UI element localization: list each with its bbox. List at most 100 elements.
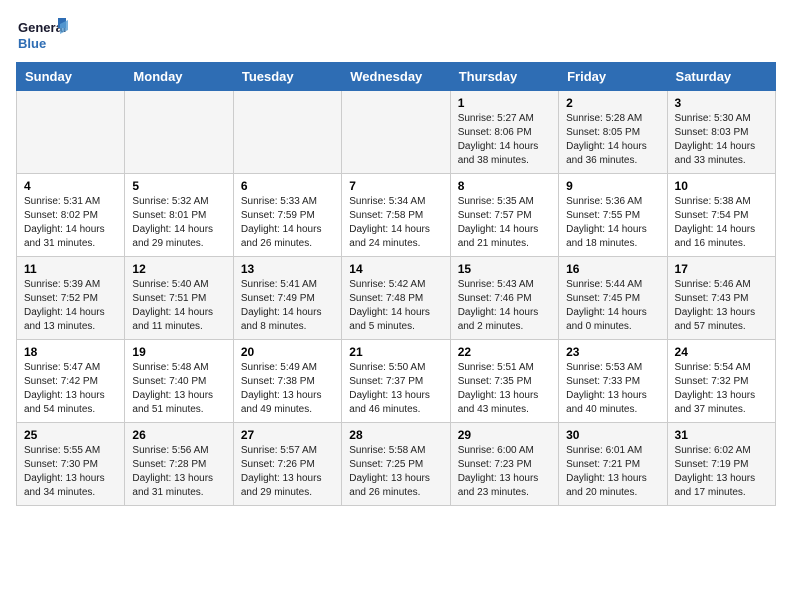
- day-info: Sunrise: 5:57 AM Sunset: 7:26 PM Dayligh…: [241, 444, 334, 500]
- calendar-cell: 26 Sunrise: 5:56 AM Sunset: 7:28 PM Dayli…: [125, 423, 233, 506]
- day-number: 13: [241, 262, 334, 276]
- day-header-sunday: Sunday: [17, 63, 125, 91]
- calendar-week-row: 4Sunrise: 5:31 AM Sunset: 8:02 PM Daylig…: [17, 174, 776, 257]
- calendar-cell: 10 Sunrise: 5:38 AM Sunset: 7:54 PM Dayli…: [667, 174, 775, 257]
- calendar-cell: 5 Sunrise: 5:32 AM Sunset: 8:01 PM Daylig…: [125, 174, 233, 257]
- day-info: Sunrise: 5:27 AM Sunset: 8:06 PM Dayligh…: [458, 112, 551, 168]
- day-info: Sunrise: 5:54 AM Sunset: 7:32 PM Dayligh…: [675, 361, 768, 417]
- calendar-cell: 12 Sunrise: 5:40 AM Sunset: 7:51 PM Dayli…: [125, 257, 233, 340]
- calendar-cell: 20 Sunrise: 5:49 AM Sunset: 7:38 PM Dayli…: [233, 340, 341, 423]
- calendar-cell: 25Sunrise: 5:55 AM Sunset: 7:30 PM Dayli…: [17, 423, 125, 506]
- calendar-cell: 17 Sunrise: 5:46 AM Sunset: 7:43 PM Dayli…: [667, 257, 775, 340]
- calendar-cell: 18 Sunrise: 5:47 AM Sunset: 7:42 PM Dayli…: [17, 340, 125, 423]
- day-number: 5: [132, 179, 225, 193]
- day-info: Sunrise: 5:48 AM Sunset: 7:40 PM Dayligh…: [132, 361, 225, 417]
- calendar-week-row: 1 Sunrise: 5:27 AM Sunset: 8:06 PM Daylig…: [17, 91, 776, 174]
- day-number: 1: [458, 96, 551, 110]
- calendar-cell: 6 Sunrise: 5:33 AM Sunset: 7:59 PM Daylig…: [233, 174, 341, 257]
- calendar-cell: 21 Sunrise: 5:50 AM Sunset: 7:37 PM Dayli…: [342, 340, 450, 423]
- calendar-cell: [233, 91, 341, 174]
- day-header-tuesday: Tuesday: [233, 63, 341, 91]
- day-info: Sunrise: 5:34 AM Sunset: 7:58 PM Dayligh…: [349, 195, 442, 251]
- calendar-cell: 7 Sunrise: 5:34 AM Sunset: 7:58 PM Daylig…: [342, 174, 450, 257]
- calendar-cell: [342, 91, 450, 174]
- day-info: Sunrise: 5:49 AM Sunset: 7:38 PM Dayligh…: [241, 361, 334, 417]
- calendar-cell: 29 Sunrise: 6:00 AM Sunset: 7:23 PM Dayli…: [450, 423, 558, 506]
- header: General Blue: [16, 16, 776, 54]
- calendar-cell: 31 Sunrise: 6:02 AM Sunset: 7:19 PM Dayli…: [667, 423, 775, 506]
- day-number: 31: [675, 428, 768, 442]
- day-number: 17: [675, 262, 768, 276]
- day-info: Sunrise: 5:41 AM Sunset: 7:49 PM Dayligh…: [241, 278, 334, 334]
- day-number: 20: [241, 345, 334, 359]
- day-header-saturday: Saturday: [667, 63, 775, 91]
- calendar-table: SundayMondayTuesdayWednesdayThursdayFrid…: [16, 62, 776, 506]
- day-number: 29: [458, 428, 551, 442]
- day-number: 14: [349, 262, 442, 276]
- day-number: 2: [566, 96, 659, 110]
- day-header-monday: Monday: [125, 63, 233, 91]
- day-number: 28: [349, 428, 442, 442]
- calendar-week-row: 11 Sunrise: 5:39 AM Sunset: 7:52 PM Dayli…: [17, 257, 776, 340]
- day-number: 25: [24, 428, 117, 442]
- day-info: Sunrise: 6:02 AM Sunset: 7:19 PM Dayligh…: [675, 444, 768, 500]
- day-info: Sunrise: 5:36 AM Sunset: 7:55 PM Dayligh…: [566, 195, 659, 251]
- calendar-week-row: 25Sunrise: 5:55 AM Sunset: 7:30 PM Dayli…: [17, 423, 776, 506]
- day-number: 21: [349, 345, 442, 359]
- calendar-cell: 27 Sunrise: 5:57 AM Sunset: 7:26 PM Dayli…: [233, 423, 341, 506]
- calendar-cell: 24 Sunrise: 5:54 AM Sunset: 7:32 PM Dayli…: [667, 340, 775, 423]
- day-number: 26: [132, 428, 225, 442]
- logo-svg: General Blue: [16, 16, 68, 54]
- day-info: Sunrise: 5:32 AM Sunset: 8:01 PM Dayligh…: [132, 195, 225, 251]
- calendar-header-row: SundayMondayTuesdayWednesdayThursdayFrid…: [17, 63, 776, 91]
- logo: General Blue: [16, 16, 68, 54]
- calendar-week-row: 18 Sunrise: 5:47 AM Sunset: 7:42 PM Dayli…: [17, 340, 776, 423]
- day-number: 9: [566, 179, 659, 193]
- calendar-cell: 22Sunrise: 5:51 AM Sunset: 7:35 PM Dayli…: [450, 340, 558, 423]
- day-info: Sunrise: 5:28 AM Sunset: 8:05 PM Dayligh…: [566, 112, 659, 168]
- day-info: Sunrise: 5:50 AM Sunset: 7:37 PM Dayligh…: [349, 361, 442, 417]
- day-info: Sunrise: 5:30 AM Sunset: 8:03 PM Dayligh…: [675, 112, 768, 168]
- day-number: 19: [132, 345, 225, 359]
- calendar-cell: 9 Sunrise: 5:36 AM Sunset: 7:55 PM Daylig…: [559, 174, 667, 257]
- day-number: 3: [675, 96, 768, 110]
- calendar-cell: 28 Sunrise: 5:58 AM Sunset: 7:25 PM Dayli…: [342, 423, 450, 506]
- calendar-cell: 1 Sunrise: 5:27 AM Sunset: 8:06 PM Daylig…: [450, 91, 558, 174]
- day-info: Sunrise: 5:46 AM Sunset: 7:43 PM Dayligh…: [675, 278, 768, 334]
- day-info: Sunrise: 5:42 AM Sunset: 7:48 PM Dayligh…: [349, 278, 442, 334]
- day-number: 15: [458, 262, 551, 276]
- day-header-friday: Friday: [559, 63, 667, 91]
- day-number: 23: [566, 345, 659, 359]
- day-header-thursday: Thursday: [450, 63, 558, 91]
- day-info: Sunrise: 5:38 AM Sunset: 7:54 PM Dayligh…: [675, 195, 768, 251]
- day-number: 30: [566, 428, 659, 442]
- day-info: Sunrise: 5:56 AM Sunset: 7:28 PM Dayligh…: [132, 444, 225, 500]
- calendar-cell: 15Sunrise: 5:43 AM Sunset: 7:46 PM Dayli…: [450, 257, 558, 340]
- day-info: Sunrise: 6:00 AM Sunset: 7:23 PM Dayligh…: [458, 444, 551, 500]
- day-number: 10: [675, 179, 768, 193]
- calendar-cell: [17, 91, 125, 174]
- day-info: Sunrise: 5:31 AM Sunset: 8:02 PM Dayligh…: [24, 195, 117, 251]
- calendar-cell: 23 Sunrise: 5:53 AM Sunset: 7:33 PM Dayli…: [559, 340, 667, 423]
- calendar-cell: 14 Sunrise: 5:42 AM Sunset: 7:48 PM Dayli…: [342, 257, 450, 340]
- day-info: Sunrise: 5:39 AM Sunset: 7:52 PM Dayligh…: [24, 278, 117, 334]
- day-number: 24: [675, 345, 768, 359]
- day-info: Sunrise: 5:47 AM Sunset: 7:42 PM Dayligh…: [24, 361, 117, 417]
- calendar-cell: 3 Sunrise: 5:30 AM Sunset: 8:03 PM Daylig…: [667, 91, 775, 174]
- day-number: 6: [241, 179, 334, 193]
- day-number: 7: [349, 179, 442, 193]
- day-number: 12: [132, 262, 225, 276]
- day-info: Sunrise: 5:58 AM Sunset: 7:25 PM Dayligh…: [349, 444, 442, 500]
- day-info: Sunrise: 5:53 AM Sunset: 7:33 PM Dayligh…: [566, 361, 659, 417]
- calendar-cell: 4Sunrise: 5:31 AM Sunset: 8:02 PM Daylig…: [17, 174, 125, 257]
- day-info: Sunrise: 5:33 AM Sunset: 7:59 PM Dayligh…: [241, 195, 334, 251]
- calendar-cell: 16Sunrise: 5:44 AM Sunset: 7:45 PM Dayli…: [559, 257, 667, 340]
- day-number: 27: [241, 428, 334, 442]
- day-number: 11: [24, 262, 117, 276]
- day-number: 18: [24, 345, 117, 359]
- day-header-wednesday: Wednesday: [342, 63, 450, 91]
- day-number: 8: [458, 179, 551, 193]
- calendar-cell: 11 Sunrise: 5:39 AM Sunset: 7:52 PM Dayli…: [17, 257, 125, 340]
- day-info: Sunrise: 5:40 AM Sunset: 7:51 PM Dayligh…: [132, 278, 225, 334]
- day-info: Sunrise: 5:44 AM Sunset: 7:45 PM Dayligh…: [566, 278, 659, 334]
